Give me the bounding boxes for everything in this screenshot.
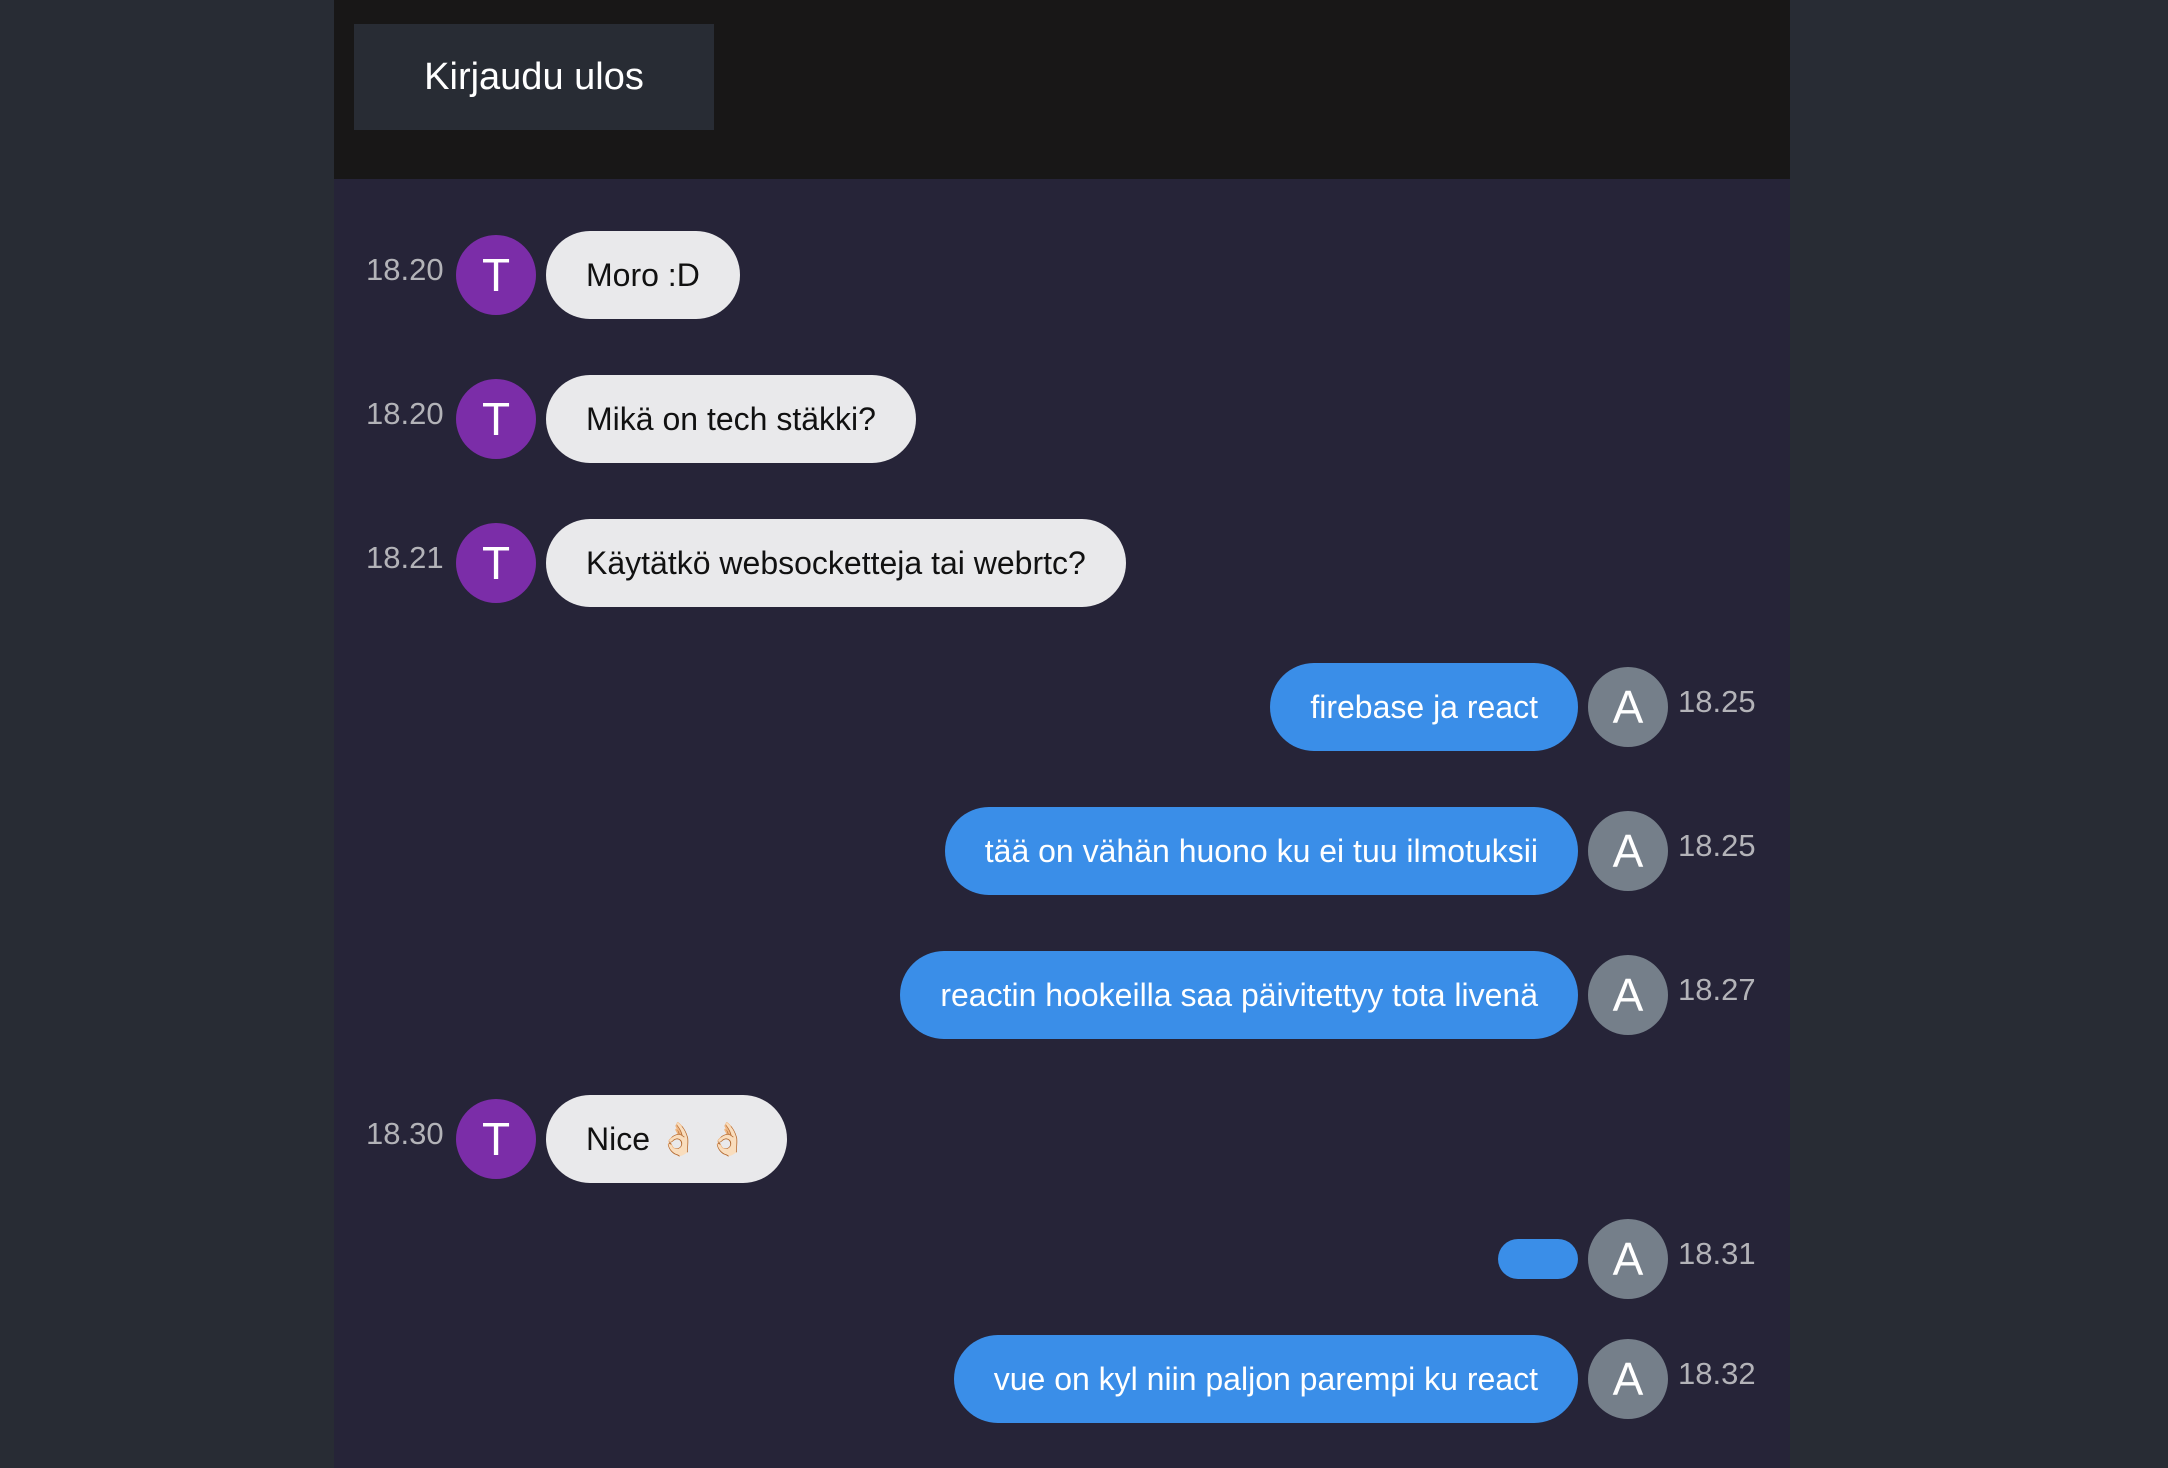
avatar: T [456,523,536,603]
message-time: 18.30 [366,1116,444,1151]
avatar: T [456,1099,536,1179]
message-row: vue on kyl niin paljon parempi ku react … [334,1335,1790,1423]
avatar: A [1588,667,1668,747]
message-time: 18.20 [366,396,444,431]
message-bubble: firebase ja react [1270,663,1578,751]
avatar: A [1588,955,1668,1035]
message-bubble: reactin hookeilla saa päivitettyy tota l… [900,951,1578,1039]
avatar: A [1588,1339,1668,1419]
message-row: A 18.31 [334,1215,1790,1303]
message-time: 18.32 [1678,1356,1756,1391]
message-time: 18.31 [1678,1236,1756,1271]
header-bar: Kirjaudu ulos [334,0,1790,179]
message-time: 18.25 [1678,684,1756,719]
message-row: 18.30 T Nice 👌🏻 👌🏻 [334,1095,1790,1183]
chat-app: Kirjaudu ulos 18.20 T Moro :D 18.20 T Mi… [334,0,1790,1468]
avatar: T [456,235,536,315]
message-time: 18.27 [1678,972,1756,1007]
message-time: 18.21 [366,540,444,575]
message-bubble: Mikä on tech stäkki? [546,375,916,463]
message-bubble: tää on vähän huono ku ei tuu ilmotuksii [944,807,1578,895]
message-bubble: Käytätkö websocketteja tai webrtc? [546,519,1126,607]
avatar: A [1588,1219,1668,1299]
message-row: reactin hookeilla saa päivitettyy tota l… [334,951,1790,1039]
message-time: 18.25 [1678,828,1756,863]
avatar: A [1588,811,1668,891]
logout-button[interactable]: Kirjaudu ulos [354,24,714,130]
message-row: firebase ja react A 18.25 [334,663,1790,751]
message-bubble: Moro :D [546,231,740,319]
message-time: 18.20 [366,252,444,287]
message-row: 18.21 T Käytätkö websocketteja tai webrt… [334,519,1790,607]
message-row: tää on vähän huono ku ei tuu ilmotuksii … [334,807,1790,895]
message-row: 18.20 T Mikä on tech stäkki? [334,375,1790,463]
message-bubble: Nice 👌🏻 👌🏻 [546,1095,788,1183]
message-bubble: vue on kyl niin paljon parempi ku react [953,1335,1578,1423]
avatar: T [456,379,536,459]
message-bubble [1498,1239,1578,1279]
message-row: 18.20 T Moro :D [334,231,1790,319]
